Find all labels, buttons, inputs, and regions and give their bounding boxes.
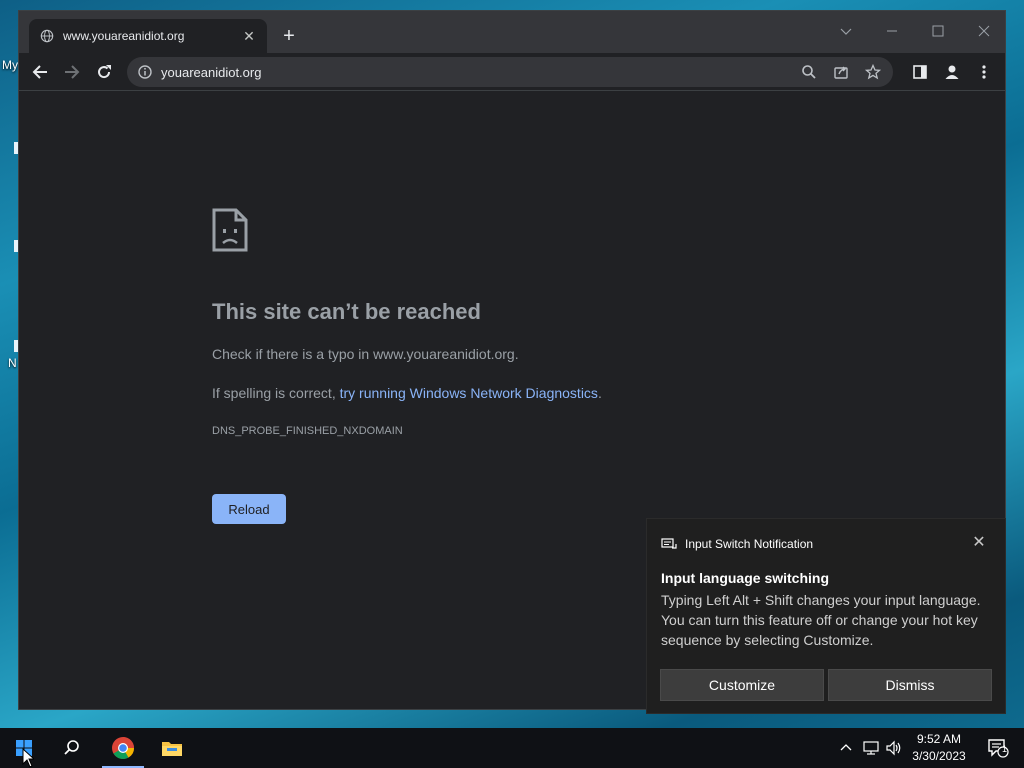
taskbar-chrome[interactable] bbox=[102, 728, 144, 768]
error-title: This site can’t be reached bbox=[212, 299, 481, 324]
error-hint-diagnostics: If spelling is correct, try running Wind… bbox=[212, 385, 602, 401]
notification-header: Input Switch Notification bbox=[661, 537, 813, 551]
profile-icon[interactable] bbox=[939, 59, 965, 85]
diagnostics-prefix: If spelling is correct, bbox=[212, 385, 340, 401]
star-icon[interactable] bbox=[861, 60, 885, 84]
chevron-down-icon[interactable] bbox=[831, 16, 861, 46]
tab-title: www.youareanidiot.org bbox=[63, 29, 185, 43]
diagnostics-suffix: . bbox=[597, 385, 602, 401]
clock-time: 9:52 AM bbox=[916, 732, 962, 746]
search-button[interactable] bbox=[50, 728, 94, 768]
search-icon[interactable] bbox=[797, 60, 821, 84]
forward-button[interactable] bbox=[59, 59, 85, 85]
forward-icon bbox=[65, 65, 80, 79]
refresh-button[interactable] bbox=[91, 59, 117, 85]
close-icon[interactable]: ✕ bbox=[971, 535, 987, 551]
customize-button[interactable]: Customize bbox=[660, 669, 824, 701]
close-icon[interactable]: ✕ bbox=[241, 28, 257, 44]
diagnostics-link[interactable]: try running Windows Network Diagnostics bbox=[340, 385, 598, 401]
volume-icon bbox=[886, 740, 901, 756]
notification-app-name: Input Switch Notification bbox=[685, 537, 814, 551]
chrome-icon bbox=[112, 737, 134, 759]
network-icon bbox=[863, 741, 879, 755]
taskbar: 9:52 AM 3/30/2023 1 bbox=[0, 728, 1024, 768]
share-icon[interactable] bbox=[829, 60, 853, 84]
sad-document-icon bbox=[212, 208, 248, 252]
taskbar-clock[interactable]: 9:52 AM 3/30/2023 bbox=[908, 731, 970, 765]
action-center-button[interactable]: 1 bbox=[978, 728, 1018, 768]
globe-icon bbox=[40, 29, 54, 43]
address-bar[interactable]: youareanidiot.org bbox=[127, 57, 893, 87]
dismiss-button[interactable]: Dismiss bbox=[828, 669, 992, 701]
network-status[interactable] bbox=[860, 728, 882, 768]
back-icon bbox=[32, 65, 47, 79]
tab-strip: www.youareanidiot.org ✕ + bbox=[19, 11, 1005, 53]
desktop-icon-label-top[interactable]: My bbox=[2, 58, 18, 72]
volume-control[interactable] bbox=[884, 728, 904, 768]
browser-toolbar: youareanidiot.org bbox=[19, 53, 1005, 91]
mouse-cursor bbox=[22, 748, 34, 768]
desktop-icon-label-mid[interactable]: N bbox=[8, 356, 17, 370]
plus-icon[interactable]: + bbox=[277, 25, 301, 49]
chevron-up-icon bbox=[840, 744, 852, 751]
reload-button[interactable]: Reload bbox=[212, 494, 286, 524]
back-button[interactable] bbox=[27, 59, 53, 85]
notification-title: Input language switching bbox=[661, 570, 829, 586]
address-text[interactable]: youareanidiot.org bbox=[161, 65, 797, 80]
notification-count-badge: 1 bbox=[1002, 744, 1008, 754]
file-explorer-icon bbox=[162, 742, 182, 756]
input-switch-notification[interactable]: Input Switch Notification ✕ Input langua… bbox=[646, 518, 1006, 714]
taskbar-file-explorer[interactable] bbox=[152, 728, 192, 768]
notification-body: Typing Left Alt + Shift changes your inp… bbox=[661, 592, 981, 648]
minimize-icon[interactable] bbox=[877, 16, 907, 46]
error-hint-typo: Check if there is a typo in www.youarean… bbox=[212, 346, 519, 362]
refresh-icon bbox=[98, 65, 111, 79]
show-hidden-icons[interactable] bbox=[836, 728, 856, 768]
keyboard-icon bbox=[661, 538, 677, 549]
side-panel-icon[interactable] bbox=[907, 59, 933, 85]
tab-youareanidiot[interactable]: www.youareanidiot.org ✕ bbox=[29, 19, 267, 53]
clock-date: 3/30/2023 bbox=[912, 749, 966, 763]
menu-icon[interactable] bbox=[971, 59, 997, 85]
info-icon[interactable] bbox=[137, 64, 153, 80]
error-code: DNS_PROBE_FINISHED_NXDOMAIN bbox=[212, 425, 403, 437]
maximize-icon[interactable] bbox=[923, 16, 953, 46]
search-icon bbox=[64, 740, 79, 755]
close-icon[interactable] bbox=[969, 16, 999, 46]
